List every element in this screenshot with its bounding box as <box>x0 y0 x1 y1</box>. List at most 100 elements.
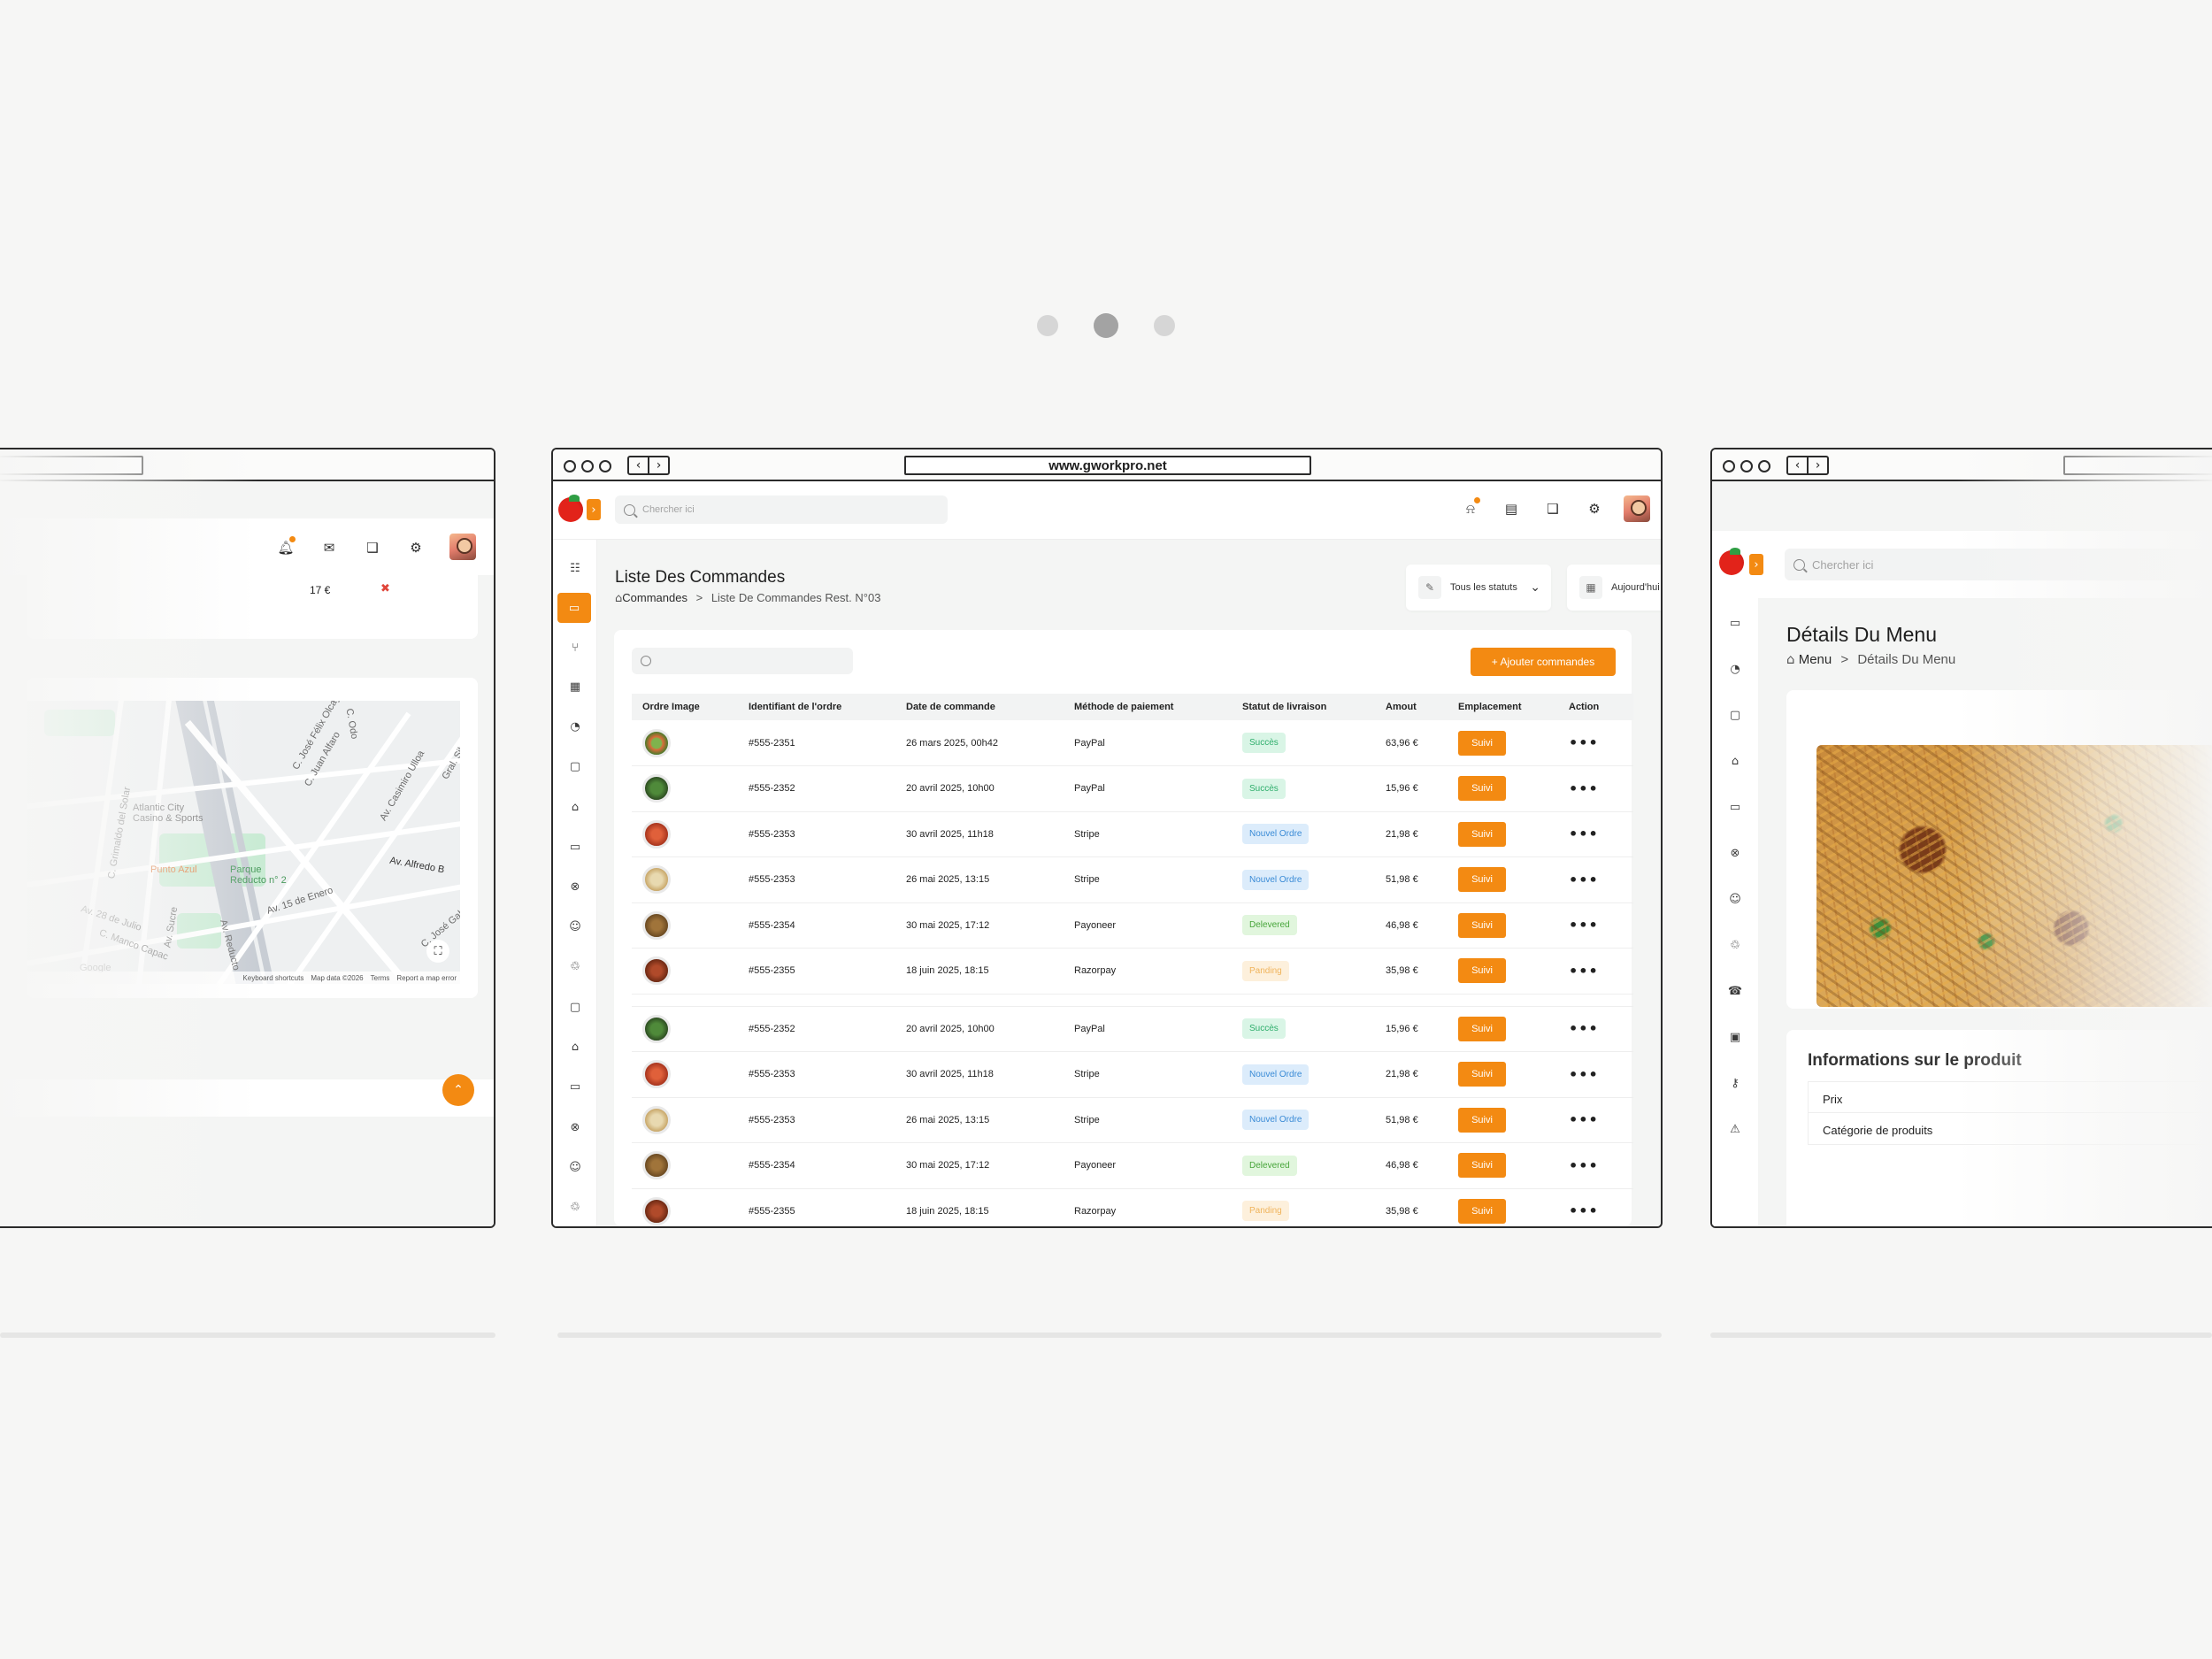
gift-icon[interactable]: ❑ <box>1541 497 1564 520</box>
window-dot[interactable] <box>1758 460 1770 472</box>
track-button[interactable]: Suivi <box>1458 1016 1506 1041</box>
gear-icon[interactable]: ⚙ <box>1583 497 1606 520</box>
bike-icon[interactable]: ♲ <box>561 954 589 979</box>
table-row[interactable]: #555-2353 26 mai 2025, 13:15 Stripe Nouvel … <box>632 1097 1633 1143</box>
more-options-icon[interactable]: ••• <box>1569 917 1599 933</box>
more-options-icon[interactable]: ••• <box>1569 963 1599 979</box>
search-input[interactable]: Chercher ici <box>1785 549 2209 580</box>
monitor-icon[interactable]: ▣ <box>1721 1025 1749 1049</box>
user-settings-icon[interactable]: ☺ <box>561 914 589 939</box>
phone-icon[interactable]: ☎ <box>1721 979 1749 1003</box>
track-button[interactable]: Suivi <box>1458 1062 1506 1087</box>
warning-icon[interactable]: ⚠ <box>1721 1117 1749 1141</box>
dashboard-icon[interactable]: ☷ <box>561 556 589 580</box>
sidebar-toggle-button[interactable]: › <box>1749 554 1763 575</box>
chili-logo-icon[interactable] <box>558 495 583 522</box>
window-dot[interactable] <box>599 460 611 472</box>
date-filter-dropdown[interactable]: ▦ Aujourd'hui ⌄ <box>1567 565 1661 611</box>
more-options-icon[interactable]: ••• <box>1569 826 1599 842</box>
more-options-icon[interactable]: ••• <box>1569 872 1599 888</box>
address-bar[interactable] <box>2063 456 2212 475</box>
more-options-icon[interactable]: ••• <box>1569 1202 1599 1219</box>
analytics-icon[interactable]: ◔ <box>1721 657 1749 681</box>
forward-icon[interactable]: › <box>649 457 668 473</box>
carousel-dot-active[interactable] <box>1094 313 1118 338</box>
address-bar[interactable] <box>0 456 143 475</box>
carousel-dot[interactable] <box>1154 315 1175 336</box>
breadcrumb-root[interactable]: Menu <box>1799 652 1832 667</box>
table-row[interactable]: #555-2354 30 mai 2025, 17:12 Payoneer Delev… <box>632 902 1633 949</box>
avatar[interactable] <box>1624 495 1650 522</box>
orders-icon[interactable]: ▭ <box>557 593 591 623</box>
back-icon[interactable]: ‹ <box>629 457 649 473</box>
analytics-icon[interactable]: ◔ <box>561 714 589 739</box>
basket-icon[interactable]: ⌂ <box>561 1034 589 1059</box>
status-filter-dropdown[interactable]: ✎ Tous les statuts ⌄ <box>1406 565 1551 611</box>
discount-icon[interactable]: ⊗ <box>1721 841 1749 865</box>
bell-icon[interactable]: ⍾ <box>1459 497 1482 520</box>
back-icon[interactable]: ‹ <box>1788 457 1809 473</box>
chat-icon[interactable]: ▤ <box>1500 497 1523 520</box>
track-button[interactable]: Suivi <box>1458 958 1506 984</box>
map[interactable]: C. José Félix Olcay C. Juan Alfaro Av. C… <box>27 701 460 984</box>
basket-icon[interactable]: ⌂ <box>1721 749 1749 773</box>
gear-icon[interactable]: ⚙ <box>404 536 427 559</box>
track-button[interactable]: Suivi <box>1458 821 1506 847</box>
key-icon[interactable]: ⚷ <box>1721 1071 1749 1095</box>
table-row[interactable]: #555-2352 20 avril 2025, 10h00 PayPal Succè… <box>632 1006 1633 1052</box>
address-bar[interactable]: www.gworkpro.net <box>904 456 1311 475</box>
more-options-icon[interactable]: ••• <box>1569 1020 1599 1037</box>
scroll-top-button[interactable]: ⌃ <box>442 1074 474 1106</box>
track-button[interactable]: Suivi <box>1458 730 1506 756</box>
card-icon[interactable]: ▭ <box>561 1074 589 1099</box>
table-row[interactable]: #555-2354 30 mai 2025, 17:12 Payoneer Delev… <box>632 1142 1633 1189</box>
map-footer-link[interactable]: Terms <box>371 974 390 982</box>
calendar-icon[interactable]: ▦ <box>561 674 589 699</box>
orders-icon[interactable]: ▭ <box>1721 611 1749 635</box>
chat-icon[interactable]: ✉ <box>318 536 341 559</box>
table-search-input[interactable] <box>632 648 853 674</box>
track-button[interactable]: Suivi <box>1458 1107 1506 1133</box>
window-dot[interactable] <box>581 460 594 472</box>
forward-icon[interactable]: › <box>1809 457 1827 473</box>
user-settings-icon[interactable]: ☺ <box>1721 887 1749 911</box>
discount-icon[interactable]: ⊗ <box>561 874 589 899</box>
map-footer-link[interactable]: Report a map error <box>396 974 457 982</box>
table-row[interactable]: #555-2355 18 juin 2025, 18:15 Razorpay Pand… <box>632 948 1633 995</box>
basket-icon[interactable]: ⌂ <box>561 795 589 819</box>
track-button[interactable]: Suivi <box>1458 1198 1506 1224</box>
track-button[interactable]: Suivi <box>1458 776 1506 802</box>
bike-icon[interactable]: ♲ <box>561 1194 589 1219</box>
message-icon[interactable]: ▢ <box>1721 703 1749 727</box>
breadcrumb-root[interactable]: Commandes <box>622 591 687 604</box>
card-icon[interactable]: ▭ <box>1721 795 1749 819</box>
carousel-dot[interactable] <box>1037 315 1058 336</box>
card-icon[interactable]: ▭ <box>561 834 589 859</box>
trash-icon[interactable]: ✖ <box>380 582 390 595</box>
utensils-icon[interactable]: ⑂ <box>561 635 589 660</box>
add-order-button[interactable]: + Ajouter commandes <box>1471 648 1616 676</box>
gift-icon[interactable]: ❑ <box>361 536 384 559</box>
window-dot[interactable] <box>564 460 576 472</box>
chili-logo-icon[interactable] <box>1719 548 1744 575</box>
window-dot[interactable] <box>1740 460 1753 472</box>
sidebar-toggle-button[interactable]: › <box>587 499 601 520</box>
track-button[interactable]: Suivi <box>1458 1153 1506 1179</box>
message-icon[interactable]: ▢ <box>561 995 589 1019</box>
map-footer-link[interactable]: Keyboard shortcuts <box>242 974 303 982</box>
table-row[interactable]: #555-2353 26 mai 2025, 13:15 Stripe Nouvel … <box>632 856 1633 903</box>
window-dot[interactable] <box>1723 460 1735 472</box>
user-settings-icon[interactable]: ☺ <box>561 1155 589 1179</box>
table-row[interactable]: #555-2351 26 mars 2025, 00h42 PayPal Succès… <box>632 720 1633 766</box>
more-options-icon[interactable]: ••• <box>1569 1157 1599 1174</box>
avatar[interactable] <box>449 534 476 560</box>
more-options-icon[interactable]: ••• <box>1569 780 1599 797</box>
table-row[interactable]: #555-2353 30 avril 2025, 11h18 Stripe Nouve… <box>632 811 1633 857</box>
more-options-icon[interactable]: ••• <box>1569 734 1599 751</box>
search-input[interactable]: Chercher ici <box>615 495 948 524</box>
message-icon[interactable]: ▢ <box>561 754 589 779</box>
table-row[interactable]: #555-2353 30 avril 2025, 11h18 Stripe Nouve… <box>632 1051 1633 1098</box>
fullscreen-icon[interactable]: ⛶ <box>426 940 449 963</box>
more-options-icon[interactable]: ••• <box>1569 1111 1599 1128</box>
more-options-icon[interactable]: ••• <box>1569 1066 1599 1083</box>
